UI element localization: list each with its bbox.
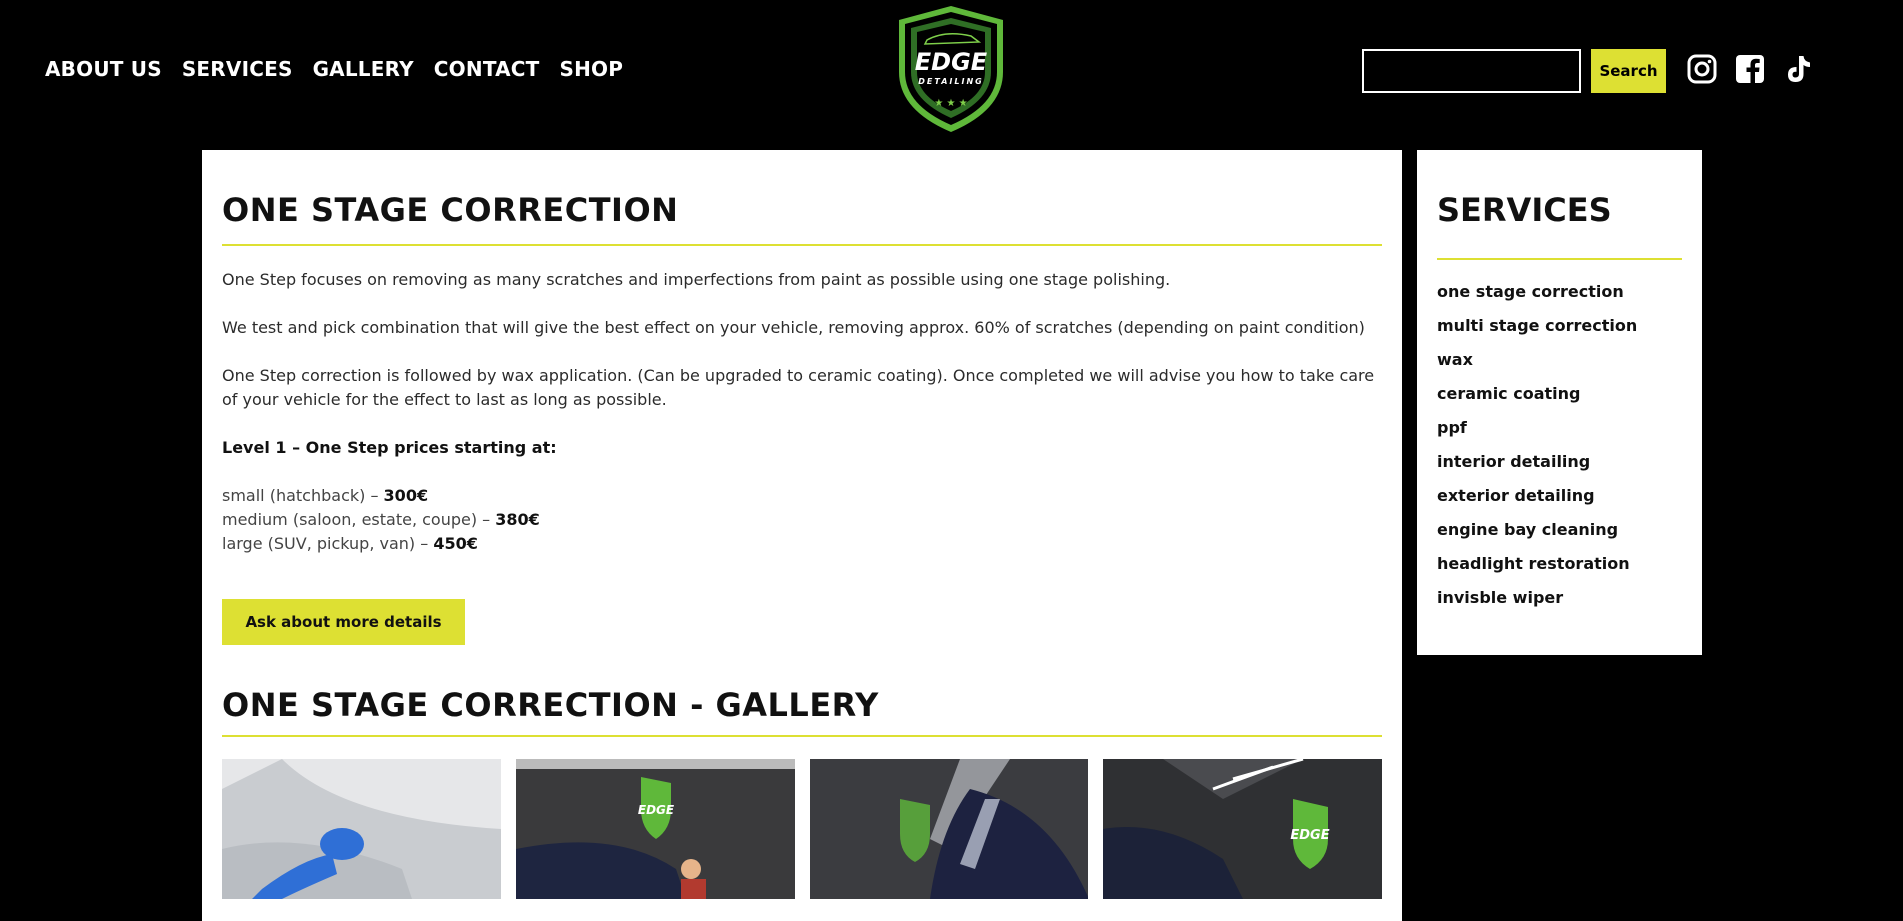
svg-text:EDGE: EDGE [638,803,675,817]
svg-text:EDGE: EDGE [1291,828,1330,843]
page-title: ONE STAGE CORRECTION [222,191,679,229]
search-form: Search [1362,49,1666,93]
services-sidebar: SERVICES one stage correction multi stag… [1417,150,1702,655]
sidebar-item-headlight-restoration[interactable]: headlight restoration [1437,547,1682,581]
gallery-title: ONE STAGE CORRECTION - GALLERY [222,686,879,724]
svg-text:DETAILING: DETAILING [918,77,983,86]
social-links [1687,54,1813,84]
price-item: medium (saloon, estate, coupe) – 380€ [222,510,540,529]
sidebar-item-one-stage-correction[interactable]: one stage correction [1437,275,1682,309]
sidebar-item-wax[interactable]: wax [1437,343,1682,377]
gallery-grid: EDGE EDGE [222,759,1382,899]
main-content: ONE STAGE CORRECTION One Step focuses on… [202,150,1402,921]
nav-contact[interactable]: CONTACT [434,57,540,81]
gallery-divider [222,735,1382,737]
instagram-icon[interactable] [1687,54,1717,84]
facebook-icon[interactable] [1735,54,1765,84]
gallery-image-4[interactable]: EDGE [1103,759,1382,899]
sidebar-item-interior-detailing[interactable]: interior detailing [1437,445,1682,479]
price-item: large (SUV, pickup, van) – 450€ [222,534,478,553]
sidebar-item-exterior-detailing[interactable]: exterior detailing [1437,479,1682,513]
gallery-image-3[interactable] [809,759,1089,899]
search-input[interactable] [1362,49,1581,93]
price-item: small (hatchback) – 300€ [222,486,429,505]
price-heading: Level 1 – One Step prices starting at: [222,438,557,457]
sidebar-divider [1437,258,1682,260]
description-paragraph: One Step focuses on removing as many scr… [222,270,1171,289]
nav-gallery[interactable]: GALLERY [313,57,414,81]
ask-details-button[interactable]: Ask about more details [222,599,465,645]
title-divider [222,244,1382,246]
sidebar-item-engine-bay-cleaning[interactable]: engine bay cleaning [1437,513,1682,547]
sidebar-title: SERVICES [1437,191,1612,229]
tiktok-icon[interactable] [1783,54,1813,84]
search-button[interactable]: Search [1591,49,1666,93]
nav-services[interactable]: SERVICES [182,57,293,81]
description-paragraph: One Step correction is followed by wax a… [222,366,1375,409]
main-nav: ABOUT US SERVICES GALLERY CONTACT SHOP [45,57,623,81]
svg-text:EDGE: EDGE [915,48,988,76]
gallery-image-1[interactable] [222,759,501,899]
sidebar-item-multi-stage-correction[interactable]: multi stage correction [1437,309,1682,343]
edge-detailing-logo[interactable]: EDGE DETAILING ★ ★ ★ [885,2,1017,134]
gallery-image-2[interactable]: EDGE [515,759,795,899]
description-paragraph: We test and pick combination that will g… [222,318,1365,337]
nav-about-us[interactable]: ABOUT US [45,57,162,81]
sidebar-item-invisible-wiper[interactable]: invisble wiper [1437,581,1682,615]
sidebar-item-ppf[interactable]: ppf [1437,411,1682,445]
svg-text:★ ★ ★: ★ ★ ★ [934,98,967,109]
site-header: ABOUT US SERVICES GALLERY CONTACT SHOP E… [0,0,1903,150]
nav-shop[interactable]: SHOP [560,57,624,81]
sidebar-item-ceramic-coating[interactable]: ceramic coating [1437,377,1682,411]
price-list: small (hatchback) – 300€ medium (saloon,… [222,484,1382,556]
